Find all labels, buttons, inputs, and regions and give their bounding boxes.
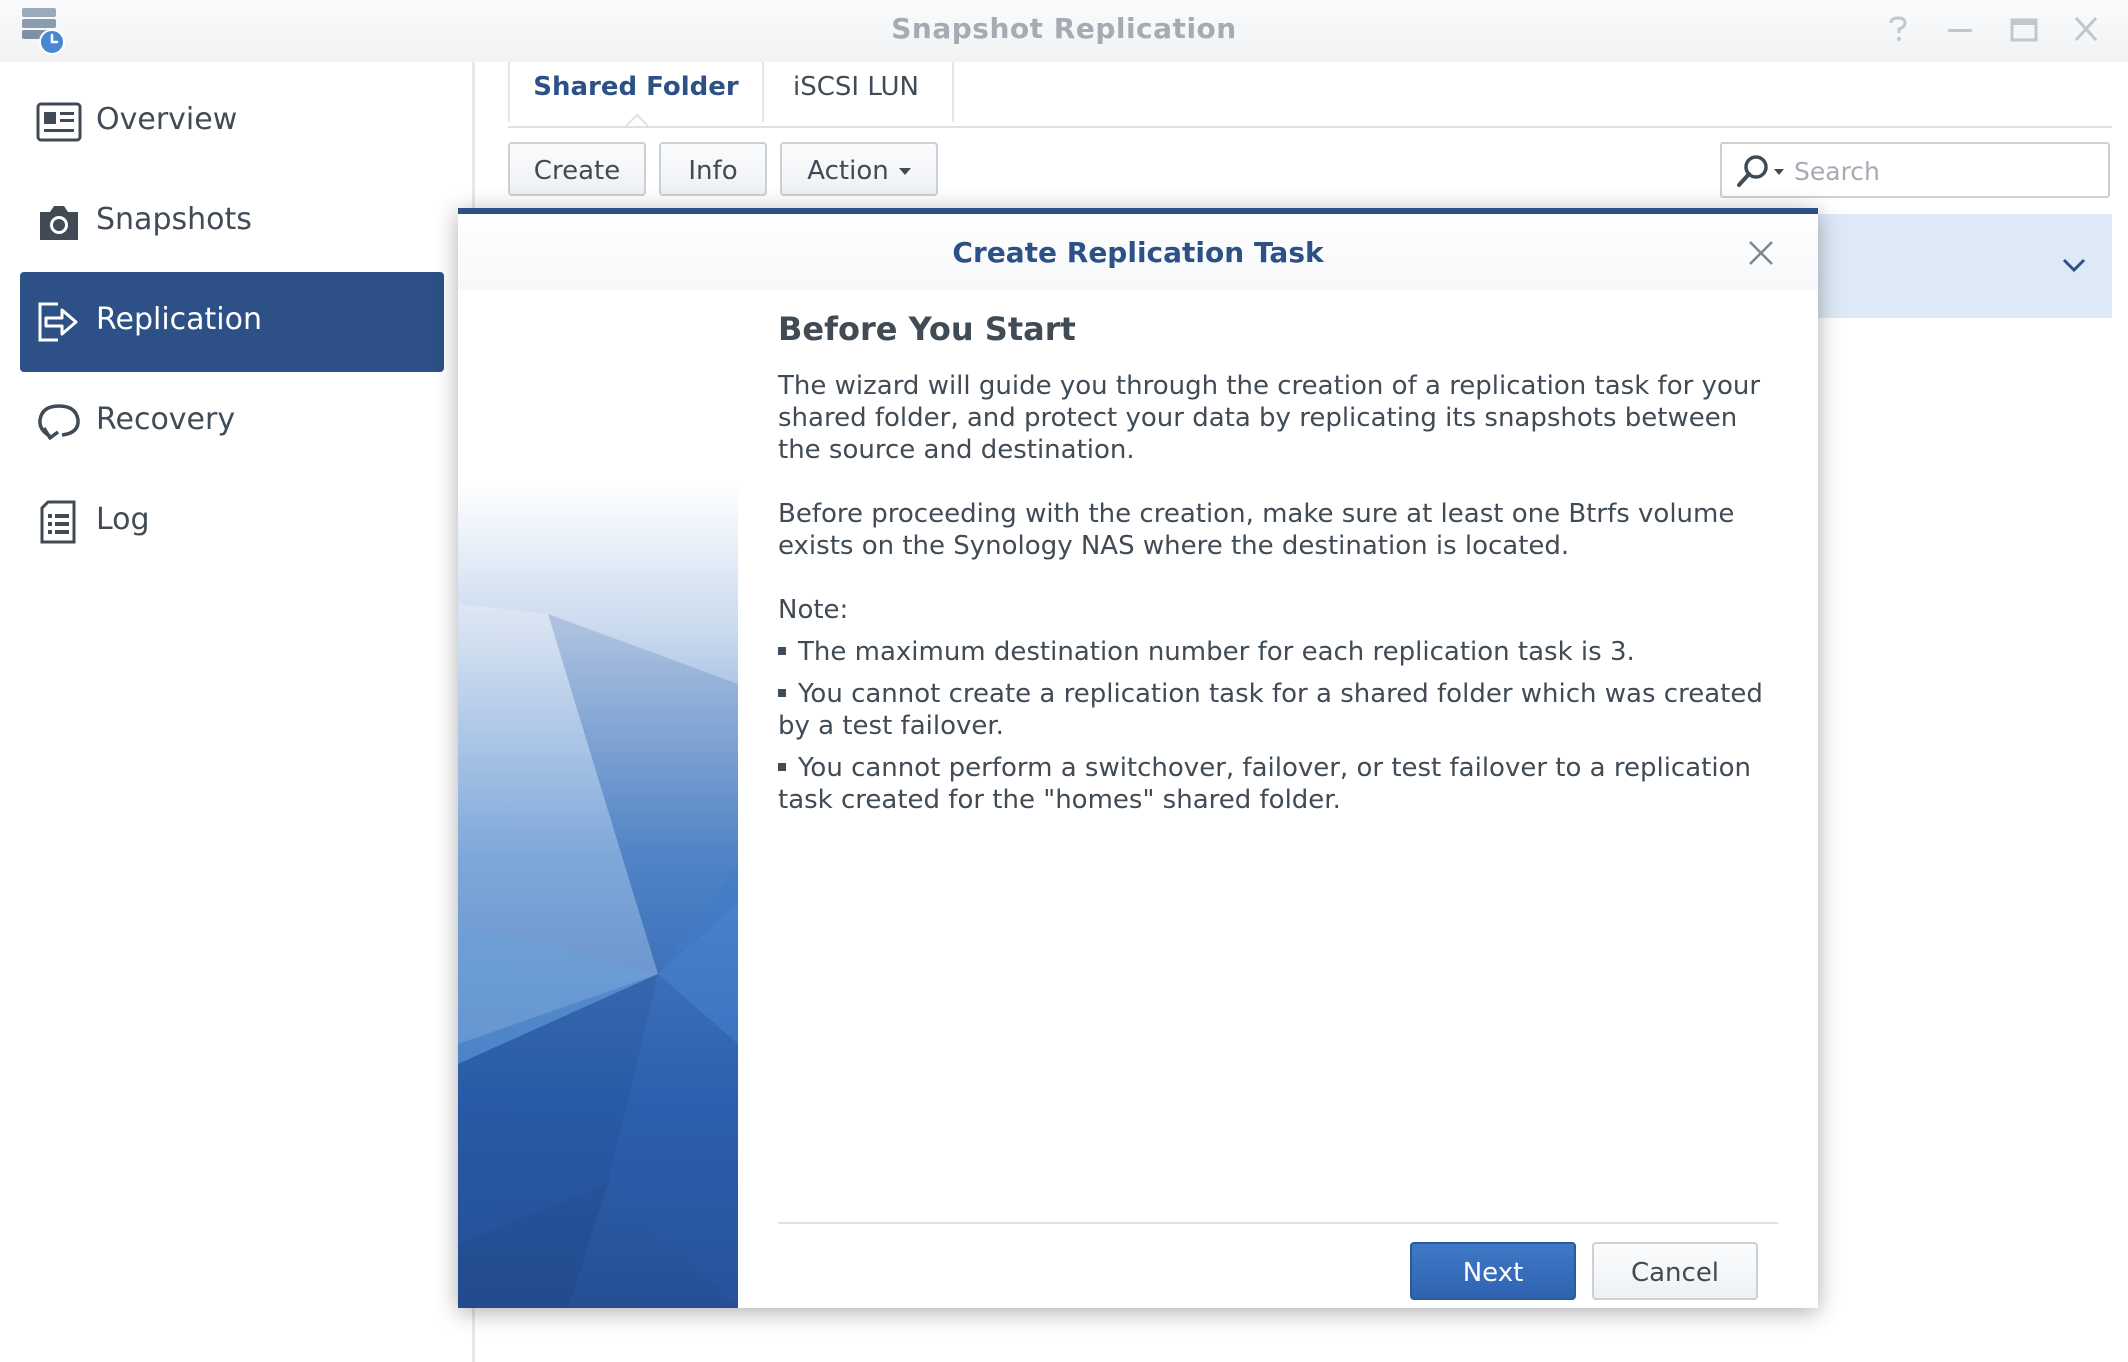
- intro-paragraph: The wizard will guide you through the cr…: [778, 371, 1761, 465]
- sidebar-item-label: Log: [96, 502, 150, 537]
- close-icon[interactable]: [2064, 10, 2108, 50]
- create-replication-task-dialog: Create Replication Task Before You Start…: [458, 208, 1818, 1308]
- sidebar-item-replication[interactable]: Replication: [20, 272, 444, 372]
- replication-icon: [36, 300, 82, 344]
- tab-bar: Shared Folder iSCSI LUN: [508, 62, 2112, 128]
- minimize-icon[interactable]: [1938, 10, 1982, 50]
- create-button-label: Create: [533, 156, 621, 186]
- log-icon: [36, 500, 82, 544]
- note-text: The maximum destination number for each …: [798, 637, 1635, 667]
- recovery-icon: [36, 400, 82, 444]
- note-label: Note:: [778, 595, 849, 625]
- action-button-label: Action: [782, 156, 936, 186]
- bullet-icon: [778, 762, 786, 771]
- dialog-header: Create Replication Task: [458, 214, 1818, 290]
- dialog-title: Create Replication Task: [952, 236, 1324, 269]
- dialog-footer-divider: [778, 1222, 1778, 1224]
- action-dropdown-button[interactable]: Action: [780, 142, 938, 196]
- sidebar-item-log[interactable]: Log: [20, 472, 444, 572]
- info-button-label: Info: [688, 156, 738, 186]
- notes-list: The maximum destination number for each …: [778, 636, 1788, 816]
- tab-shared-folder[interactable]: Shared Folder: [510, 62, 762, 126]
- search-icon[interactable]: [1736, 154, 1770, 188]
- dialog-body: Before You Start The wizard will guide y…: [778, 310, 1788, 826]
- help-icon[interactable]: [1876, 10, 1920, 50]
- chevron-down-icon[interactable]: [2056, 250, 2092, 280]
- sidebar-item-snapshots[interactable]: Snapshots: [20, 172, 444, 272]
- sidebar-item-label: Replication: [96, 302, 263, 337]
- sidebar-item-overview[interactable]: Overview: [20, 72, 444, 172]
- next-button-label: Next: [1462, 1258, 1524, 1288]
- overview-icon: [36, 100, 82, 144]
- tab-divider: [952, 62, 954, 122]
- search-input[interactable]: [1792, 152, 2096, 190]
- requirement-paragraph: Before proceeding with the creation, mak…: [778, 499, 1735, 561]
- tab-label: iSCSI LUN: [793, 72, 919, 102]
- wizard-decorative-banner: [458, 484, 738, 1308]
- bullet-icon: [778, 646, 786, 655]
- info-button[interactable]: Info: [659, 142, 767, 196]
- bullet-icon: [778, 688, 786, 697]
- create-button[interactable]: Create: [508, 142, 646, 196]
- search-options-caret-icon[interactable]: [1774, 169, 1784, 175]
- active-tab-indicator: [626, 114, 648, 126]
- search-box: [1720, 142, 2110, 198]
- chevron-down-icon: [898, 168, 911, 175]
- cancel-button-label: Cancel: [1630, 1258, 1720, 1288]
- sidebar-item-label: Overview: [96, 102, 238, 137]
- dialog-heading: Before You Start: [778, 310, 1076, 348]
- tab-iscsi-lun[interactable]: iSCSI LUN: [764, 62, 948, 126]
- list-item: The maximum destination number for each …: [778, 636, 1788, 668]
- camera-icon: [36, 200, 82, 244]
- note-text: You cannot create a replication task for…: [778, 679, 1763, 741]
- action-label-text: Action: [807, 156, 889, 186]
- list-item: You cannot create a replication task for…: [778, 678, 1788, 742]
- list-item: You cannot perform a switchover, failove…: [778, 752, 1788, 816]
- next-button[interactable]: Next: [1410, 1242, 1576, 1300]
- tab-label: Shared Folder: [533, 72, 739, 102]
- note-text: You cannot perform a switchover, failove…: [778, 753, 1751, 815]
- sidebar-item-recovery[interactable]: Recovery: [20, 372, 444, 472]
- close-icon[interactable]: [1746, 238, 1776, 268]
- maximize-icon[interactable]: [2002, 10, 2046, 50]
- window-titlebar: Snapshot Replication: [0, 0, 2128, 62]
- window-title: Snapshot Replication: [891, 12, 1237, 45]
- cancel-button[interactable]: Cancel: [1592, 1242, 1758, 1300]
- sidebar-item-label: Snapshots: [96, 202, 252, 237]
- sidebar-item-label: Recovery: [96, 402, 236, 437]
